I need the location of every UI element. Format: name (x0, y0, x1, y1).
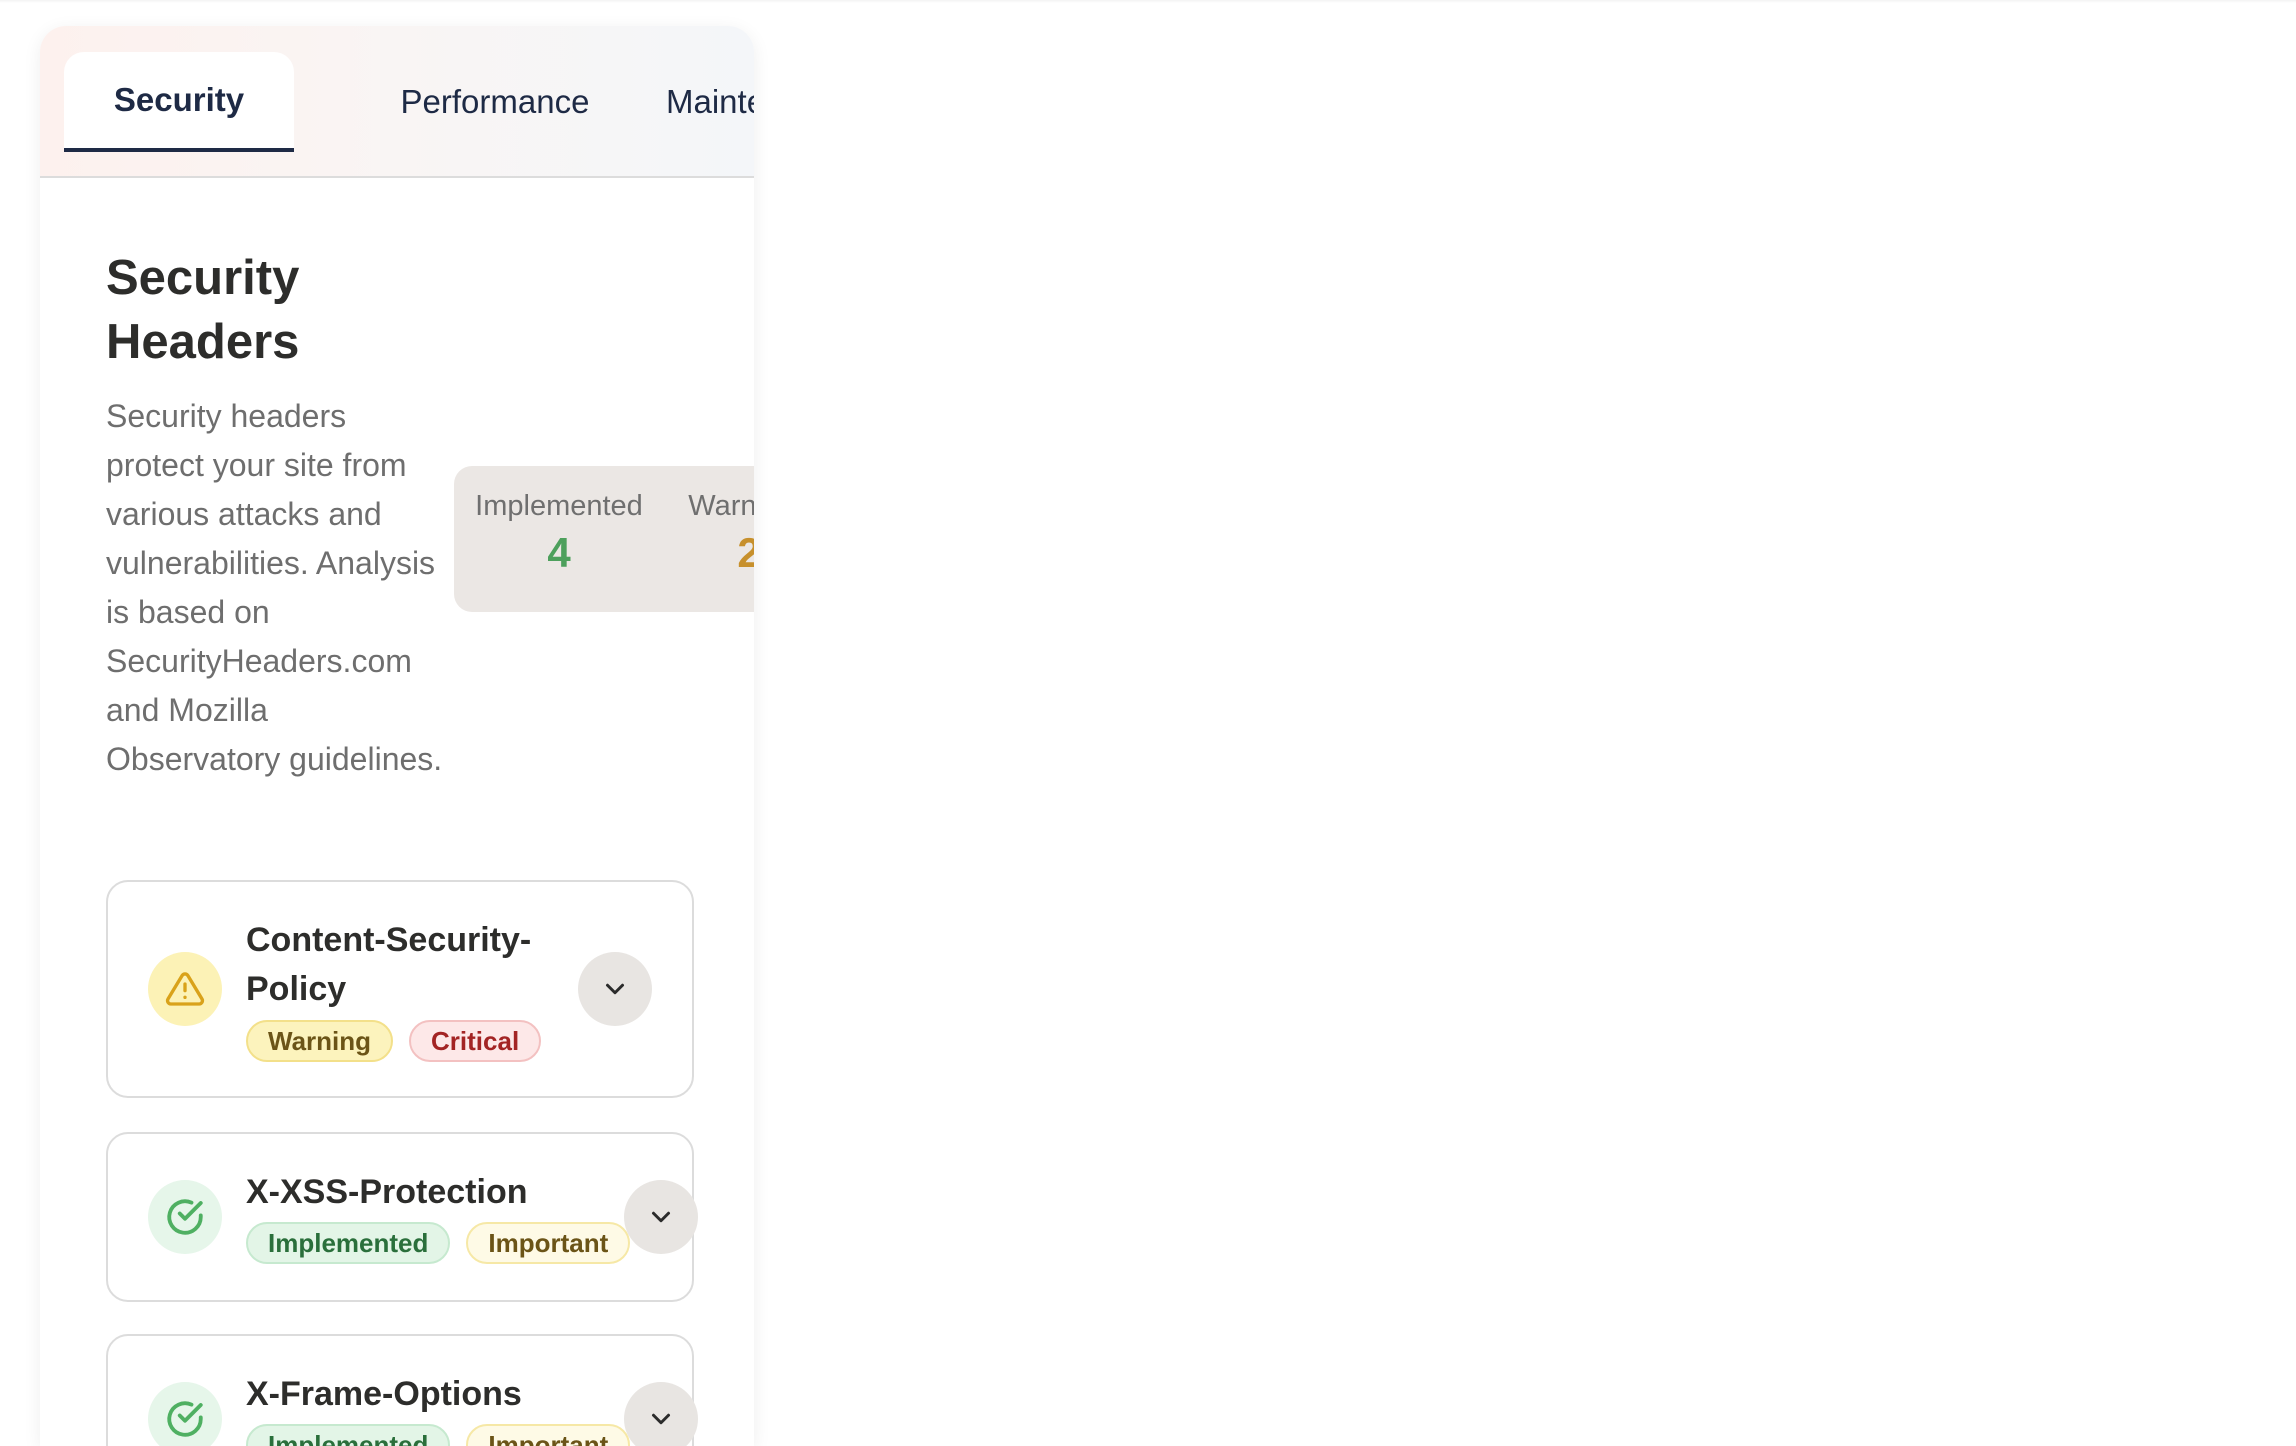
tab-bar: Security Performance Maintenance (40, 26, 754, 178)
top-divider (0, 0, 2296, 3)
tab-maintenance[interactable]: Maintenance (666, 52, 754, 152)
header-name: Content-Security-Policy (246, 921, 532, 1008)
implemented-stat: Implemented 4 (474, 490, 644, 577)
warning-triangle-icon (148, 952, 222, 1026)
badge-group: Warning Critical (246, 1020, 542, 1062)
header-card-content-security-policy: Content-Security-Policy Warning Critical (106, 880, 694, 1098)
check-circle-icon (148, 1180, 222, 1254)
header-card-x-frame-options: X-Frame-Options Implemented Important (106, 1334, 698, 1446)
chevron-down-icon (606, 983, 624, 995)
status-badge: Implemented (246, 1424, 451, 1446)
chevron-down-icon (652, 1413, 670, 1425)
badge-group: Implemented Important (246, 1222, 631, 1264)
implemented-count: 4 (547, 529, 571, 576)
severity-badge: Important (466, 1222, 631, 1264)
severity-badge: Critical (409, 1020, 542, 1062)
severity-badge: Important (466, 1424, 631, 1446)
warnings-label: Warnings (688, 490, 754, 522)
expand-button[interactable] (624, 1382, 698, 1446)
warnings-stat: Warnings 2 (674, 490, 754, 577)
status-badge: Implemented (246, 1222, 451, 1264)
chevron-down-icon (652, 1211, 670, 1223)
security-panel: Security Performance Maintenance Securit… (40, 26, 754, 1446)
badge-group: Implemented Important (246, 1424, 631, 1446)
tab-security[interactable]: Security (64, 52, 294, 152)
expand-button[interactable] (624, 1180, 698, 1254)
tab-performance[interactable]: Performance (360, 52, 630, 152)
summary-box: Implemented 4 Warnings 2 (454, 466, 754, 612)
status-badge: Warning (246, 1020, 394, 1062)
section-description: Security headers protect your site from … (106, 398, 443, 777)
check-circle-icon (148, 1382, 222, 1446)
header-name: X-XSS-Protection (246, 1173, 528, 1211)
expand-button[interactable] (578, 952, 652, 1026)
header-card-x-xss-protection: X-XSS-Protection Implemented Important (106, 1132, 698, 1302)
implemented-label: Implemented (475, 490, 643, 522)
header-name: X-Frame-Options (246, 1375, 522, 1413)
section-title: Security Headers (106, 251, 300, 369)
warnings-count: 2 (737, 529, 754, 576)
